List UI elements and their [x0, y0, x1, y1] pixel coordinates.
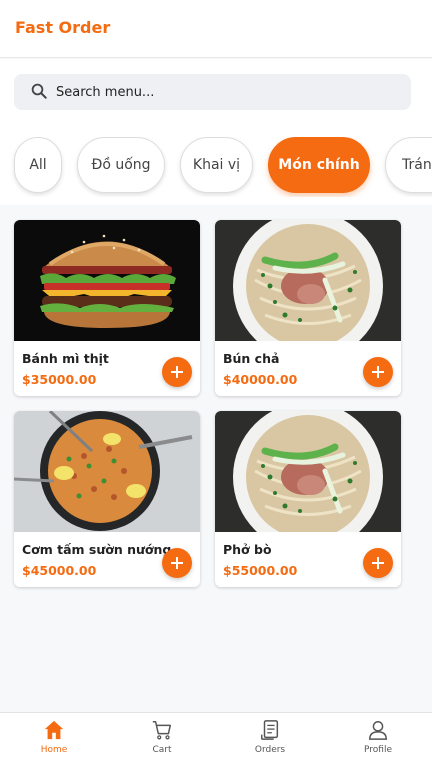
- search-bar[interactable]: [14, 74, 411, 110]
- plus-icon: [372, 557, 384, 569]
- noodle-soup-image: [215, 220, 401, 341]
- product-price: $55000.00: [223, 563, 298, 578]
- profile-icon: [369, 721, 387, 740]
- search-section: All Đồ uống Khai vị Món chính Tráng miện…: [0, 59, 432, 205]
- fried-rice-image: [14, 411, 200, 532]
- nav-label: Home: [40, 745, 68, 755]
- app-title: Fast Order: [15, 18, 111, 37]
- noodle-soup-image: [215, 411, 401, 532]
- nav-label: Cart: [152, 745, 172, 755]
- app-header: Fast Order: [0, 0, 432, 58]
- add-to-cart-button[interactable]: [363, 548, 393, 578]
- product-name: Bún chả: [223, 351, 280, 366]
- product-card[interactable]: Bún chả $40000.00: [215, 220, 401, 396]
- orders-icon: [261, 720, 279, 740]
- search-input[interactable]: [56, 74, 396, 110]
- product-price: $35000.00: [22, 372, 97, 387]
- plus-icon: [171, 366, 183, 378]
- plus-icon: [372, 366, 384, 378]
- nav-label: Profile: [364, 745, 392, 755]
- category-chip-do-uong[interactable]: Đồ uống: [77, 137, 165, 193]
- nav-profile[interactable]: Profile: [324, 713, 432, 758]
- category-chip-khai-vi[interactable]: Khai vị: [180, 137, 253, 193]
- product-price: $45000.00: [22, 563, 97, 578]
- product-name: Phở bò: [223, 542, 272, 557]
- category-chip-all[interactable]: All: [14, 137, 62, 193]
- category-chip-mon-chinh[interactable]: Món chính: [268, 137, 370, 193]
- product-card[interactable]: Bánh mì thịt $35000.00: [14, 220, 200, 396]
- nav-orders[interactable]: Orders: [216, 713, 324, 758]
- product-card[interactable]: Cơm tấm sườn nướng $45000.00: [14, 411, 200, 587]
- nav-home[interactable]: Home: [0, 713, 108, 758]
- product-price: $40000.00: [223, 372, 298, 387]
- category-chips: All Đồ uống Khai vị Món chính Tráng miện…: [0, 137, 432, 197]
- add-to-cart-button[interactable]: [363, 357, 393, 387]
- home-icon: [44, 720, 64, 740]
- cart-icon: [152, 721, 171, 740]
- add-to-cart-button[interactable]: [162, 548, 192, 578]
- nav-label: Orders: [254, 745, 286, 755]
- product-card[interactable]: Phở bò $55000.00: [215, 411, 401, 587]
- nav-cart[interactable]: Cart: [108, 713, 216, 758]
- add-to-cart-button[interactable]: [162, 357, 192, 387]
- bottom-navigation: Home Cart Orders Profile: [0, 712, 432, 758]
- search-icon: [31, 83, 47, 99]
- product-name: Bánh mì thịt: [22, 351, 109, 366]
- category-chip-trang-mieng[interactable]: Tráng miệng: [385, 137, 432, 193]
- plus-icon: [171, 557, 183, 569]
- product-name: Cơm tấm sườn nướng: [22, 542, 172, 557]
- burger-image: [14, 220, 200, 341]
